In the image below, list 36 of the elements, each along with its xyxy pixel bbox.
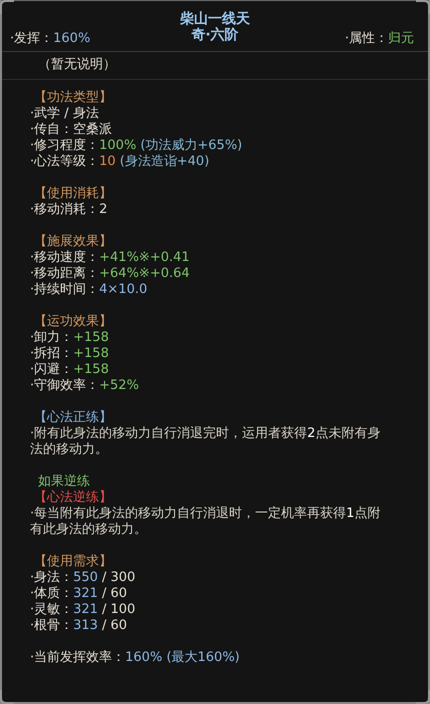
stat-line: ·移动距离：+64%※+0.64 xyxy=(30,266,191,282)
skill-title: 柴山一线天 xyxy=(180,11,250,27)
corner-ornament-icon xyxy=(0,0,14,14)
stat-line: ·体质：321 / 60 xyxy=(30,586,128,602)
description-text: （暂无说明） xyxy=(2,52,428,80)
attribute-stat: ·属性：归元 xyxy=(344,31,414,47)
stat-line: ·移动消耗：2 xyxy=(30,202,108,218)
stat-line: ·持续时间：4×10.0 xyxy=(30,282,148,298)
section-heading: 【使用消耗】 xyxy=(34,186,113,202)
stat-line: ·卸力：+158 xyxy=(30,330,110,346)
stat-line: ·心法等级：10 (身法造诣+40) xyxy=(30,154,210,170)
section-heading: 【运功效果】 xyxy=(34,314,113,330)
section-heading: 【施展效果】 xyxy=(34,234,113,250)
stat-line: ·拆招：+158 xyxy=(30,346,110,362)
effect-text: ·每当附有此身法的移动力自行消退时，一定机率再获得1点附有此身法的移动力。 xyxy=(30,506,382,538)
condition-text: 如果逆练 xyxy=(38,474,91,490)
stat-line: ·传自：空桑派 xyxy=(30,122,114,138)
corner-ornament-icon xyxy=(416,0,430,14)
corner-ornament-icon xyxy=(416,690,430,704)
stat-line: ·武学 / 身法 xyxy=(30,106,100,122)
stat-line: ·闪避：+158 xyxy=(30,362,110,378)
stat-line: ·修习程度：100% (功法威力+65%) xyxy=(30,138,244,154)
stat-line: ·移动速度：+41%※+0.41 xyxy=(30,250,191,266)
efficiency-line: ·当前发挥效率：160% (最大160%) xyxy=(30,650,241,666)
corner-ornament-icon xyxy=(0,690,14,704)
stat-line: ·守御效率：+52% xyxy=(30,378,140,394)
stat-line: ·灵敏：321 / 100 xyxy=(30,602,136,618)
section-heading: 【心法逆练】 xyxy=(34,490,113,506)
skill-grade: 奇·六阶 xyxy=(191,27,239,43)
section-heading: 【功法类型】 xyxy=(34,90,113,106)
section-heading: 【心法正练】 xyxy=(34,410,113,426)
performance-stat: ·发挥：160% xyxy=(10,31,90,47)
section-heading: 【使用需求】 xyxy=(34,554,113,570)
stat-line: ·身法：550 / 300 xyxy=(30,570,136,586)
stat-line: ·根骨：313 / 60 xyxy=(30,618,128,634)
effect-text: ·附有此身法的移动力自行消退完时，运用者获得2点未附有身法的移动力。 xyxy=(30,426,382,458)
